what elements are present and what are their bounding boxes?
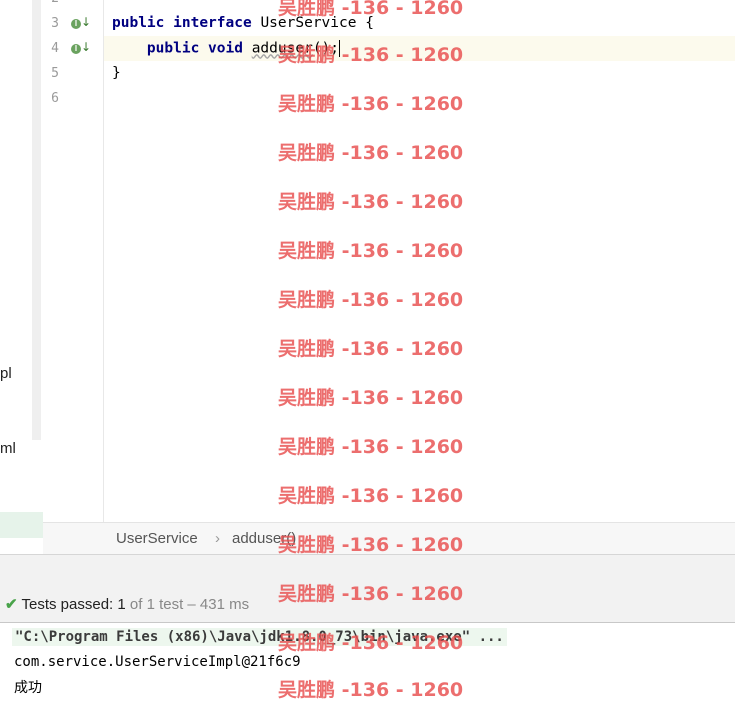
implemented-icon[interactable]: I [71,44,81,54]
line-number: 3 [51,16,59,31]
project-panel: pl ml [0,0,44,554]
code-line-4: public void adduser(); [112,40,341,57]
breadcrumb-item-userservice[interactable]: UserService [116,530,198,547]
method-name: adduser [251,40,313,57]
implemented-icon[interactable]: I [71,19,81,29]
keyword: public [112,15,165,31]
breadcrumb: UserService › adduser() [43,522,735,555]
breadcrumb-item-adduser[interactable]: adduser() [232,530,296,547]
editor-gutter: 2 3 4 5 6 I ↓ I ↓ [43,0,104,522]
code-token: (); [312,40,340,57]
line-number: 2 [43,0,59,6]
project-scrollbar[interactable] [32,0,41,440]
console-output[interactable]: "C:\Program Files (x86)\Java\jdk1.8.0_73… [0,622,735,698]
passed-count: 1 [117,596,126,613]
code-editor[interactable]: public interface UserService { public vo… [104,0,735,522]
console-line: 成功 [14,680,42,696]
keyword: interface [173,15,252,31]
status-suffix: of 1 test – 431 ms [125,596,250,613]
chevron-right-icon: › [215,530,220,547]
line-number: 4 [51,41,59,56]
line-number: 6 [51,91,59,106]
project-item-fragment[interactable]: pl [0,365,12,382]
line-number: 5 [51,66,59,81]
console-line: com.service.UserServiceImpl@21f6c9 [14,654,301,670]
arrow-down-icon[interactable]: ↓ [81,15,91,29]
status-prefix: Tests passed: [21,596,118,613]
code-line-5: } [112,65,121,81]
arrow-down-icon[interactable]: ↓ [81,40,91,54]
keyword: void [208,40,243,57]
interface-name: UserService [260,15,357,31]
project-selected-row[interactable] [0,512,43,538]
text-caret [339,40,341,57]
test-status: ✔ Tests passed: 1 of 1 test – 431 ms [5,595,249,613]
project-item-fragment[interactable]: ml [0,440,16,457]
code-token: { [356,15,374,31]
check-icon: ✔ [5,596,18,613]
console-command[interactable]: "C:\Program Files (x86)\Java\jdk1.8.0_73… [12,628,507,646]
code-line-3: public interface UserService { [112,15,374,31]
keyword: public [146,40,200,57]
